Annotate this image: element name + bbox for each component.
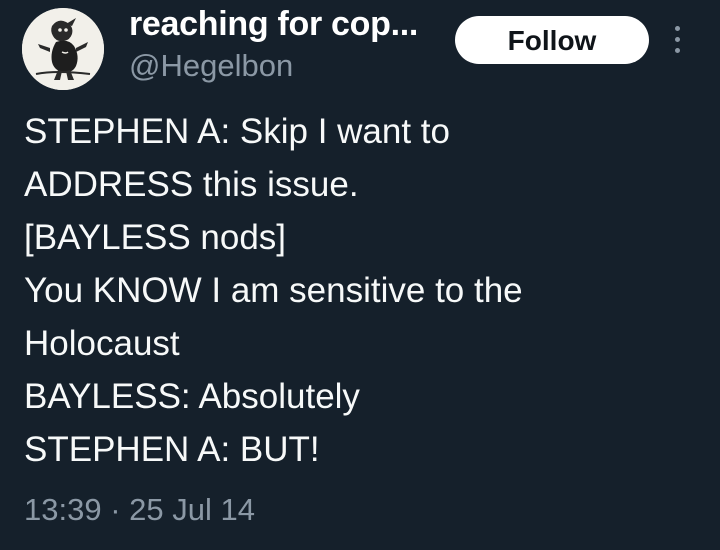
tweet-line: [BAYLESS nods] [24, 218, 287, 257]
tweet-timestamp[interactable]: 13:39 · 25 Jul 14 [24, 490, 255, 530]
avatar[interactable] [22, 8, 104, 90]
author-handle[interactable]: @Hegelbon [129, 46, 293, 86]
more-dot [675, 37, 680, 42]
tweet-line: STEPHEN A: BUT! [24, 430, 320, 469]
more-dot [675, 48, 680, 53]
tweet-line: Holocaust [24, 324, 180, 363]
tweet-text: STEPHEN A: Skip I want to ADDRESS this i… [24, 105, 704, 476]
tweet-line: ADDRESS this issue. [24, 165, 359, 204]
cartoon-figure-avatar-icon [22, 8, 104, 90]
more-dot [675, 26, 680, 31]
follow-button[interactable]: Follow [455, 16, 649, 64]
tweet-line: You KNOW I am sensitive to the [24, 271, 523, 310]
tweet-line: STEPHEN A: Skip I want to [24, 112, 450, 151]
author-display-name[interactable]: reaching for cop... [129, 2, 418, 46]
more-vertical-icon[interactable] [667, 22, 691, 58]
tweet-line: BAYLESS: Absolutely [24, 377, 360, 416]
